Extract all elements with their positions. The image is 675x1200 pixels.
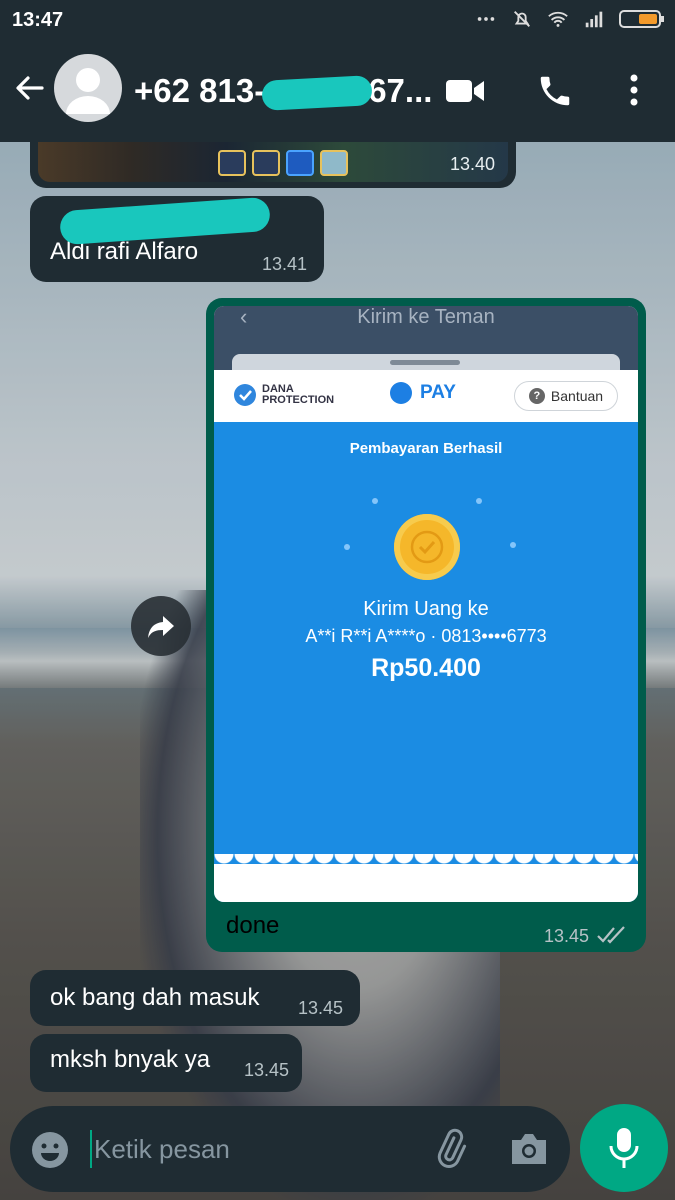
payment-status-title: Pembayaran Berhasil: [349, 440, 503, 457]
payment-screenshot[interactable]: ‹ Kirim ke Teman DANA PROTECTION PAY ? Ba…: [214, 306, 638, 902]
dana-shield-icon: [234, 384, 256, 406]
alarm-icon: [477, 17, 495, 21]
help-icon: ?: [528, 388, 545, 404]
game-slot: [286, 150, 314, 176]
mute-icon: [514, 11, 530, 27]
redaction-scribble: [261, 75, 373, 111]
incoming-message[interactable]: ok bang dah masuk 13.45: [30, 970, 360, 1026]
message-time: 13.40: [450, 154, 496, 174]
screenshot-top-title: Kirim ke Teman: [357, 306, 495, 328]
sparkle: [372, 498, 378, 504]
emoji-icon[interactable]: [30, 1130, 70, 1170]
pay-label: PAY: [420, 382, 456, 403]
camera-icon[interactable]: [508, 1130, 550, 1168]
message-caption: done: [226, 912, 280, 939]
status-bar: 13:47: [0, 0, 675, 38]
success-coin-icon: [394, 514, 460, 580]
recipient-info: A**i R**i A****o · 0813••••6773: [305, 626, 547, 646]
incoming-image-bubble[interactable]: 13.40: [30, 142, 516, 188]
voice-record-button[interactable]: [580, 1104, 668, 1192]
dana-pay-logo: PAY: [390, 382, 456, 404]
receipt-bottom: [214, 864, 638, 902]
game-slot: [320, 150, 348, 176]
payment-amount: Rp50.400: [371, 654, 481, 682]
wifi-icon: [548, 11, 568, 27]
signal-icon: [585, 11, 603, 28]
more-options-icon[interactable]: [622, 70, 646, 110]
read-receipt-icon: [597, 926, 625, 944]
status-time: 13:47: [12, 9, 64, 31]
dana-brand-sub: PROTECTION: [262, 394, 335, 406]
message-input[interactable]: [94, 1124, 414, 1174]
sheet-handle: [390, 360, 460, 365]
dana-logo-text: DANA PROTECTION: [262, 384, 334, 406]
video-call-icon[interactable]: [444, 74, 486, 108]
contact-name-start: +62 813-: [134, 72, 266, 109]
status-icons: [475, 8, 665, 30]
chat-header: +62 813- -67...: [0, 38, 675, 142]
sparkle: [344, 544, 350, 550]
attach-icon[interactable]: [430, 1128, 470, 1170]
send-money-label: Kirim Uang ke: [363, 598, 489, 620]
battery-icon: [619, 10, 664, 28]
message-text: ok bang dah masuk: [50, 984, 260, 1011]
message-time: 13.45: [544, 926, 590, 946]
game-slot: [218, 150, 246, 176]
payment-success-panel: Pembayaran Berhasil Kirim Uang ke A**i R…: [214, 422, 638, 902]
mic-icon: [609, 1128, 639, 1168]
phone-icon[interactable]: [536, 72, 574, 110]
help-button: ? Bantuan: [514, 381, 618, 411]
message-time: 13.41: [262, 254, 308, 274]
incoming-message[interactable]: mksh bnyak ya 13.45: [30, 1034, 302, 1092]
pay-icon: [390, 382, 412, 404]
forward-icon: [148, 616, 174, 638]
back-icon[interactable]: [12, 70, 48, 106]
forward-button[interactable]: [131, 596, 191, 656]
game-slot: [252, 150, 280, 176]
dana-protection-logo: DANA PROTECTION: [234, 384, 334, 406]
text-cursor: [90, 1130, 92, 1168]
help-label: Bantuan: [550, 388, 604, 404]
game-screenshot: [38, 142, 508, 182]
avatar-person-icon: [66, 68, 110, 114]
avatar[interactable]: [54, 54, 122, 122]
message-time: 13.45: [244, 1060, 290, 1080]
dana-header: DANA PROTECTION PAY ? Bantuan: [214, 370, 638, 422]
sparkle: [476, 498, 482, 504]
redaction-scribble: [59, 196, 271, 246]
message-composer: [10, 1106, 570, 1192]
message-text: mksh bnyak ya: [50, 1046, 211, 1073]
incoming-message[interactable]: Aldi rafi Alfaro 13.41: [30, 196, 324, 282]
message-time: 13.45: [298, 998, 344, 1018]
sparkle: [510, 542, 516, 548]
